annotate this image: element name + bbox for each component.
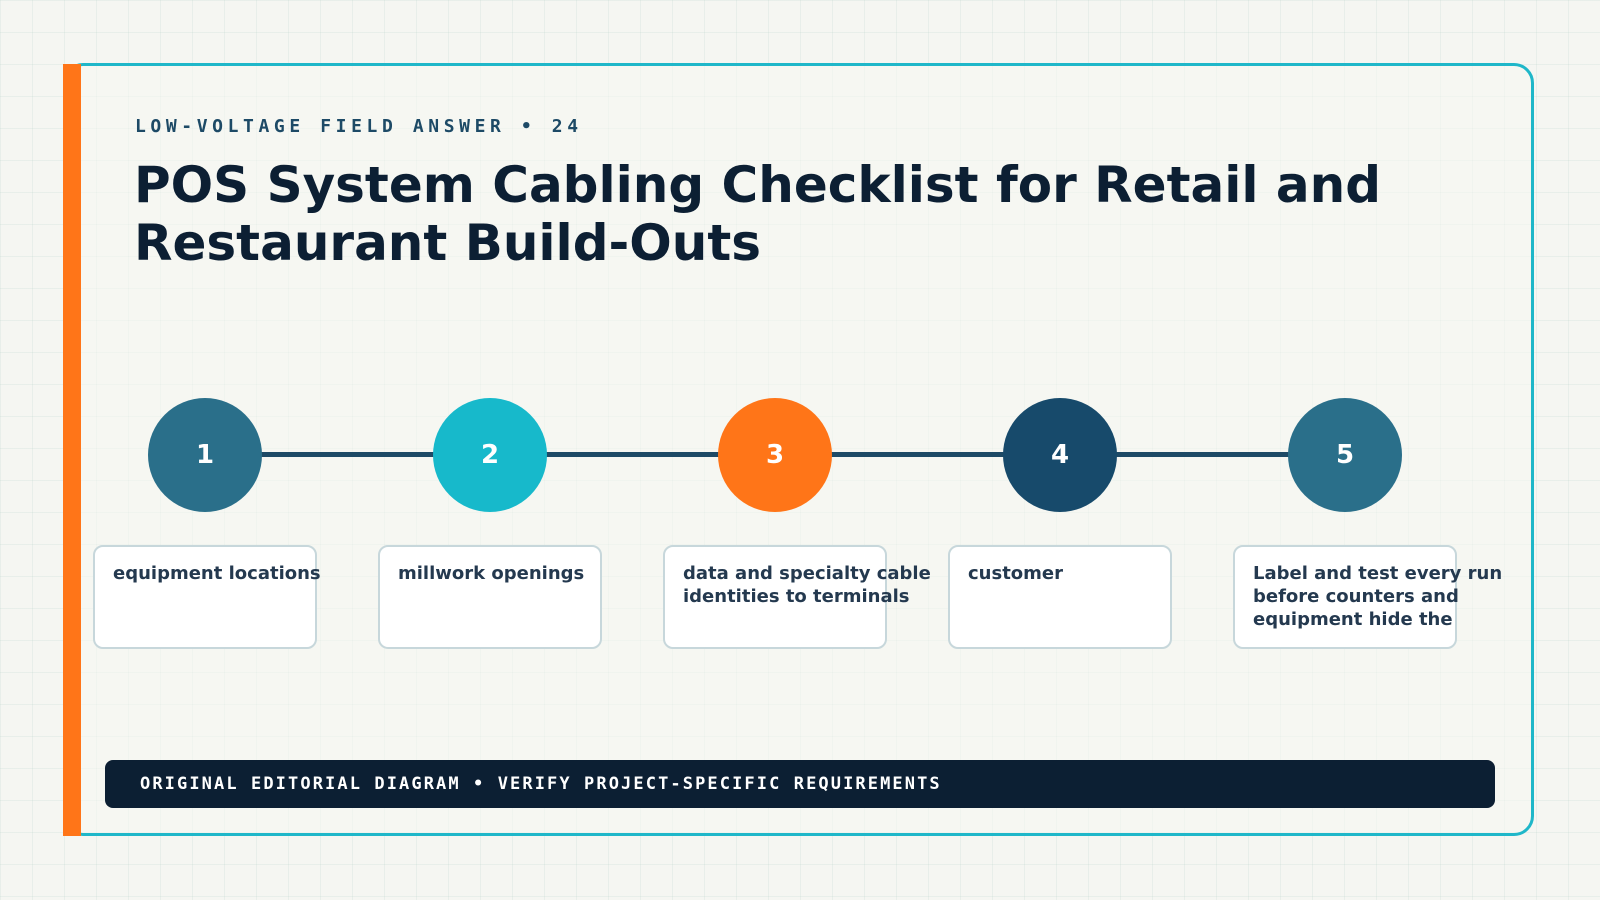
- step-1-card: [93, 545, 317, 649]
- step-4-text: customer: [968, 563, 1064, 584]
- page-title: POS System Cabling Checklist for Retail …: [134, 156, 1382, 272]
- step-2-circle: 2: [433, 398, 547, 512]
- step-5-text: Label and test every run before counters…: [1253, 563, 1503, 630]
- step-2-text: millwork openings: [398, 563, 585, 584]
- eyebrow-label: LOW-VOLTAGE FIELD ANSWER • 24: [135, 116, 583, 137]
- step-1-text: equipment locations: [113, 563, 321, 584]
- footer-banner: ORIGINAL EDITORIAL DIAGRAM • VERIFY PROJ…: [105, 760, 1495, 808]
- step-2-card: [378, 545, 602, 649]
- footer-text: ORIGINAL EDITORIAL DIAGRAM • VERIFY PROJ…: [140, 774, 942, 794]
- accent-bar: [63, 64, 81, 836]
- step-3-text: data and specialty cable identities to t…: [683, 563, 931, 607]
- diagram-page: LOW-VOLTAGE FIELD ANSWER • 24 POS System…: [0, 0, 1600, 900]
- step-4-circle: 4: [1003, 398, 1117, 512]
- step-4-card: [948, 545, 1172, 649]
- step-5-circle: 5: [1288, 398, 1402, 512]
- step-1-circle: 1: [148, 398, 262, 512]
- step-3-circle: 3: [718, 398, 832, 512]
